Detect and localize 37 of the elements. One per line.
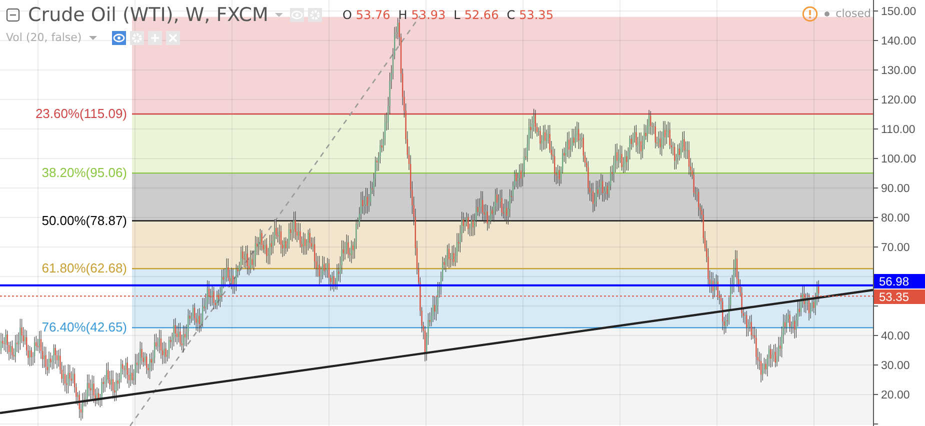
close-icon[interactable] bbox=[166, 31, 180, 46]
plus-icon[interactable] bbox=[148, 31, 162, 46]
price-tick-label: 150.00 bbox=[881, 6, 916, 18]
ohlc-label: H bbox=[398, 7, 408, 24]
ohlc-label: L bbox=[454, 7, 460, 24]
ohlc-value: 53.35 bbox=[519, 7, 554, 24]
price-tick-label: 40.00 bbox=[881, 330, 910, 342]
ohlc-value: 53.93 bbox=[411, 7, 446, 24]
symbol-title: Crude Oil (WTI), W, FXCM bbox=[28, 4, 268, 26]
eye-icon[interactable] bbox=[112, 31, 126, 46]
price-tick-label: 140.00 bbox=[881, 36, 916, 48]
warning-icon bbox=[802, 6, 818, 22]
price-label: 53.35 bbox=[874, 290, 925, 304]
price-tick-label: 100.00 bbox=[881, 154, 916, 166]
fib-level-label: 50.00%(78.87) bbox=[42, 212, 127, 228]
ohlc-label: O bbox=[342, 7, 352, 24]
price-tick-label: 30.00 bbox=[881, 360, 910, 372]
price-tick-label: 20.00 bbox=[881, 390, 910, 402]
collapse-icon[interactable] bbox=[6, 8, 20, 22]
price-tick-label: 70.00 bbox=[881, 242, 910, 254]
fib-level-label: 76.40%(42.65) bbox=[42, 320, 127, 335]
price-tick-label: 90.00 bbox=[881, 183, 910, 195]
fib-level-label: 38.20%(95.06) bbox=[42, 165, 127, 180]
fib-level-label: 23.60%(115.09) bbox=[35, 106, 127, 121]
market-status: closed bbox=[836, 6, 871, 22]
price-tick-label: 110.00 bbox=[881, 124, 916, 136]
price-tick-label: 80.00 bbox=[881, 212, 910, 224]
price-tick-label: 130.00 bbox=[881, 65, 916, 77]
ohlc-value: 53.76 bbox=[356, 7, 390, 24]
ohlc-value: 52.66 bbox=[464, 7, 499, 24]
settings-icon[interactable] bbox=[308, 8, 322, 22]
price-label: 56.98 bbox=[874, 274, 925, 288]
ohlc-label: C bbox=[506, 7, 516, 24]
price-tick-label: 120.00 bbox=[881, 94, 916, 106]
indicator-label: Vol (20, false) bbox=[6, 30, 82, 46]
status-dot-icon bbox=[822, 9, 832, 20]
fib-level-label: 61.80%(62.68) bbox=[42, 260, 127, 276]
